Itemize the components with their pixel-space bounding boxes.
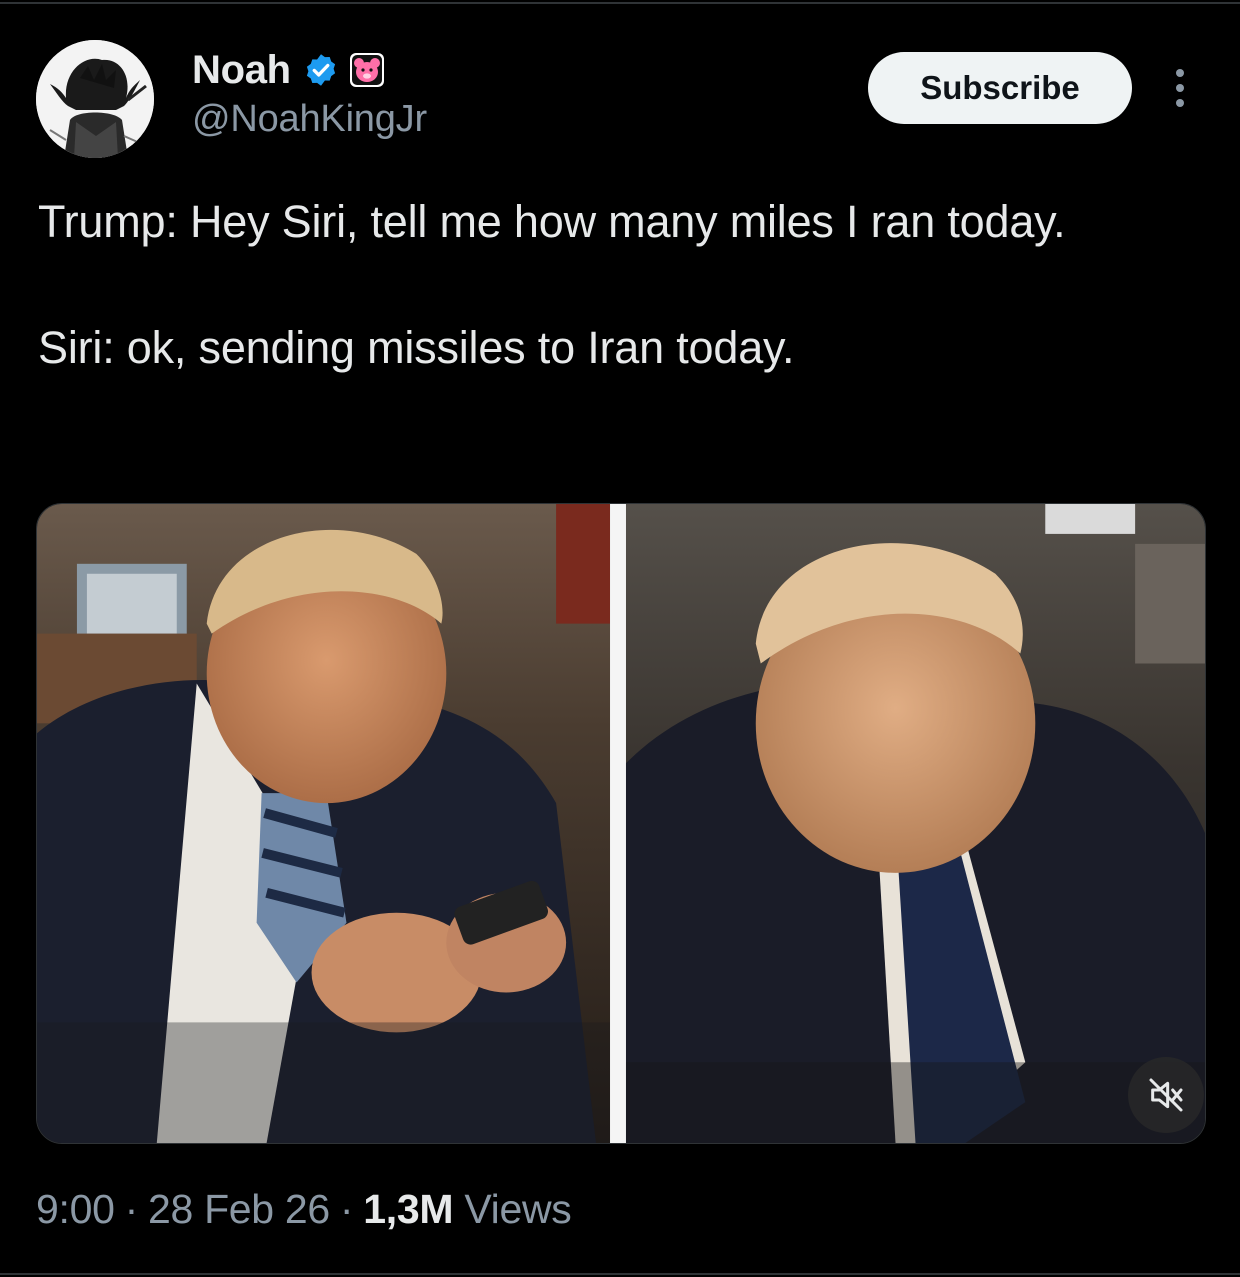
verified-badge-icon[interactable] [303, 52, 339, 88]
more-options-icon[interactable] [1162, 62, 1198, 114]
video-frame [37, 504, 1205, 1143]
author-name-row: Noah [192, 44, 427, 96]
bottom-divider [0, 1273, 1240, 1275]
author-info[interactable]: Noah @NoahKingJr [192, 44, 427, 141]
tweet-line-1: Trump: Hey Siri, tell me how many miles … [38, 196, 1066, 247]
tweet-date[interactable]: 28 Feb 26 [148, 1186, 330, 1232]
views-label[interactable]: Views [464, 1186, 571, 1232]
tweet-line-2: Siri: ok, sending missiles to Iran today… [38, 322, 795, 373]
tweet-text: Trump: Hey Siri, tell me how many miles … [38, 190, 1208, 379]
author-display-name[interactable]: Noah [192, 48, 291, 93]
subscribe-button[interactable]: Subscribe [868, 52, 1132, 124]
pink-bear-badge-icon[interactable] [349, 52, 385, 88]
views-count[interactable]: 1,3M [363, 1186, 453, 1232]
more-dot [1176, 84, 1184, 92]
top-divider [0, 2, 1240, 4]
meta-separator: · [124, 1186, 139, 1232]
tweet-video[interactable] [36, 503, 1206, 1144]
author-handle[interactable]: @NoahKingJr [192, 98, 427, 141]
tweet-meta: 9:00 · 28 Feb 26 · 1,3M Views [36, 1186, 572, 1233]
muted-speaker-icon[interactable] [1128, 1057, 1204, 1133]
more-dot [1176, 99, 1184, 107]
author-avatar[interactable] [36, 40, 154, 158]
avatar-image [36, 40, 154, 158]
more-dot [1176, 69, 1184, 77]
meta-separator: · [339, 1186, 354, 1232]
tweet-time[interactable]: 9:00 [36, 1186, 115, 1232]
